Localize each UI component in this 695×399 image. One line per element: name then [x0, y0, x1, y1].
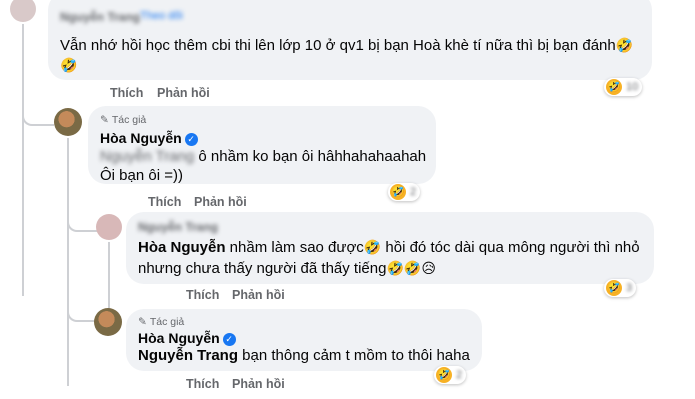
author-badge-label: Tác giả [149, 316, 185, 328]
comment-text-content: nhưng chưa thấy người đã thấy tiếng [138, 260, 387, 277]
laugh-reaction-icon: 🤣 [606, 79, 622, 95]
comment-text-line2: nhưng chưa thấy người đã thấy tiếng🤣🤣😥 [138, 259, 436, 279]
laugh-emoji-icon: 🤣 [60, 57, 78, 73]
mention-link[interactable]: Nguyễn Trang [100, 148, 194, 165]
comment-time[interactable]: Theo dõi [140, 10, 183, 22]
thread-connector [67, 212, 97, 232]
reaction-summary[interactable]: 🤣 10 [604, 78, 643, 96]
comment-text-content: ô nhầm ko bạn ôi hâhhahahaahah [194, 148, 427, 165]
comment-text: Vẫn nhớ hồi học thêm cbi thi lên lớp 10 … [60, 36, 660, 56]
reaction-count: 2 [410, 186, 417, 198]
avatar[interactable] [54, 108, 82, 136]
pencil-icon: ✎ [138, 316, 147, 328]
pencil-icon: ✎ [100, 114, 109, 126]
avatar[interactable] [96, 214, 122, 240]
like-button[interactable]: Thích [186, 288, 219, 302]
avatar[interactable] [94, 308, 122, 336]
laugh-reaction-icon: 🤣 [390, 184, 406, 200]
like-button[interactable]: Thích [186, 377, 219, 391]
comment-author[interactable]: Nguyễn Trang [138, 220, 218, 234]
laugh-emoji-icon: 🤣 [363, 239, 382, 255]
reply-button[interactable]: Phản hồi [232, 377, 285, 391]
author-badge: ✎ Tác giả [138, 316, 184, 328]
thread-connector [22, 104, 54, 126]
comment-text-line2: 🤣 [60, 56, 77, 76]
reaction-summary[interactable]: 🤣 2 [434, 366, 467, 384]
reply-button[interactable]: Phản hồi [157, 86, 210, 100]
comment-text: Nguyễn Trang ô nhầm ko bạn ôi hâhhahahaa… [100, 147, 426, 167]
comment-text: Nguyễn Trang bạn thông cảm t mồm to thôi… [138, 346, 470, 366]
reaction-count: 2 [456, 369, 463, 381]
author-name[interactable]: Hòa Nguyễn [100, 130, 182, 146]
like-button[interactable]: Thích [110, 86, 143, 100]
reply-button[interactable]: Phản hồi [232, 288, 285, 302]
reaction-count: 10 [626, 81, 639, 93]
thread-line [22, 24, 24, 296]
author-name[interactable]: Hòa Nguyễn [138, 330, 220, 346]
reaction-summary[interactable]: 🤣 3 [604, 279, 637, 297]
thread-connector [67, 306, 97, 322]
laugh-reaction-icon: 🤣 [606, 280, 622, 296]
verified-badge-icon: ✓ [184, 133, 198, 146]
laugh-emoji-icon: 🤣 [615, 37, 634, 53]
comment-text: Hòa Nguyễn nhầm làm sao được🤣 hồi đó tóc… [138, 238, 640, 258]
comment-text-content: bạn thông cảm t mồm to thôi haha [238, 347, 470, 364]
comment-author[interactable]: Hòa Nguyễn ✓ [138, 330, 236, 346]
like-button[interactable]: Thích [148, 195, 181, 209]
reply-button[interactable]: Phản hồi [194, 195, 247, 209]
verified-badge-icon: ✓ [222, 333, 236, 346]
author-badge-label: Tác giả [111, 114, 147, 126]
thread-line [67, 138, 69, 386]
thread-line [108, 242, 110, 312]
reaction-count: 3 [626, 282, 633, 294]
comment-text-line2: Ôi bạn ôi =)) [100, 167, 183, 184]
mention-link[interactable]: Nguyễn Trang [138, 347, 238, 364]
comment-text-content: hồi đó tóc dài qua mông người thì nhỏ [381, 239, 640, 256]
comment-text-content: Vẫn nhớ hồi học thêm cbi thi lên lớp 10 … [60, 37, 616, 54]
comment-author[interactable]: Hòa Nguyễn ✓ [100, 130, 198, 146]
author-badge: ✎ Tác giả [100, 114, 146, 126]
comment-author[interactable]: Nguyễn Trang [60, 10, 140, 24]
laugh-reaction-icon: 🤣 [436, 367, 452, 383]
reaction-summary[interactable]: 🤣 2 [388, 183, 421, 201]
avatar[interactable] [10, 0, 36, 22]
emoji-group-icon: 🤣🤣😥 [386, 260, 436, 276]
mention-link[interactable]: Hòa Nguyễn [138, 239, 226, 256]
comment-text-content: nhầm làm sao được [225, 239, 364, 256]
